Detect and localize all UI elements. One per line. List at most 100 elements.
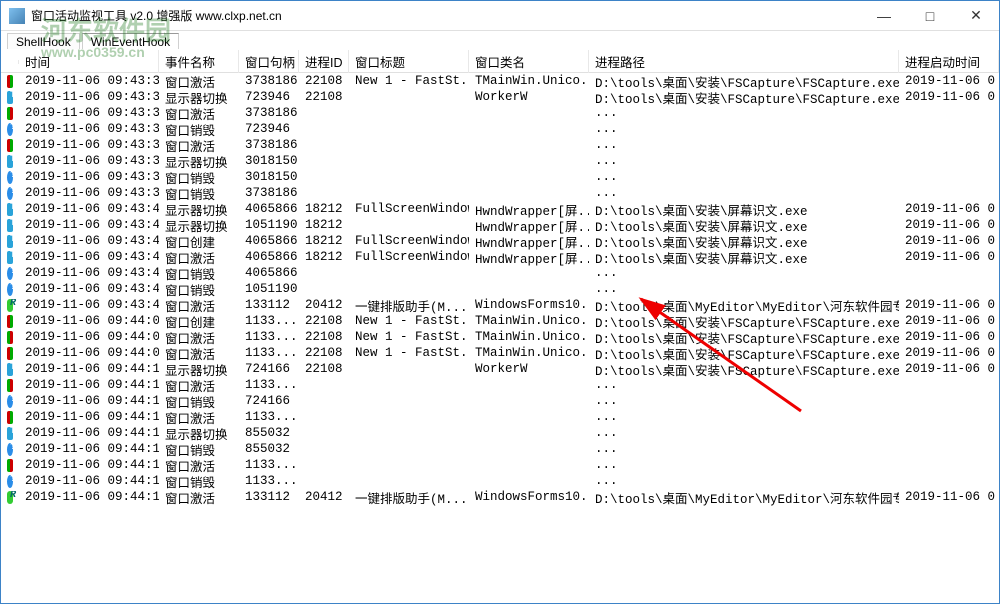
maximize-button[interactable]: □: [907, 1, 953, 31]
cell-time: 2019-11-06 09:43:40: [19, 218, 159, 232]
table-row[interactable]: 2019-11-06 09:43:47窗口销毁4065866...: [1, 265, 999, 281]
row-icon: [1, 459, 19, 472]
cell-path: D:\tools\桌面\安装\屏幕识文.exe: [589, 248, 899, 267]
cell-pid: 22108: [299, 314, 349, 328]
cell-time: 2019-11-06 09:43:38: [19, 170, 159, 184]
tab-wineventhook[interactable]: WinEventHook: [82, 33, 179, 49]
col-path[interactable]: 进程路径: [589, 50, 899, 73]
cell-hwnd: 3018150: [239, 170, 299, 184]
cell-time: 2019-11-06 09:44:12: [19, 362, 159, 376]
app-icon: [9, 8, 25, 24]
cell-title: 一键排版助手(M...: [349, 296, 469, 315]
table-row[interactable]: 2019-11-06 09:44:14窗口激活1133......: [1, 409, 999, 425]
cell-time: 2019-11-06 09:44:14: [19, 458, 159, 472]
cell-pid: 18212: [299, 202, 349, 216]
cell-time: 2019-11-06 09:43:40: [19, 234, 159, 248]
col-ptime[interactable]: 进程启动时间: [899, 50, 999, 73]
table-row[interactable]: 2019-11-06 09:43:40窗口激活406586618212FullS…: [1, 249, 999, 265]
cell-path: D:\tools\桌面\MyEditor\MyEditor\河东软件园专...: [589, 488, 899, 507]
table-row[interactable]: 2019-11-06 09:43:38窗口激活3738186...: [1, 105, 999, 121]
minimize-button[interactable]: —: [861, 1, 907, 31]
close-button[interactable]: ✕: [953, 1, 999, 31]
table-row[interactable]: 2019-11-06 09:44:14窗口销毁724166...: [1, 393, 999, 409]
cell-time: 2019-11-06 09:44:14: [19, 394, 159, 408]
cell-path: ...: [589, 426, 899, 440]
cell-title: New 1 - FastSt...: [349, 346, 469, 360]
cell-hwnd: 1133...: [239, 410, 299, 424]
cell-time: 2019-11-06 09:43:38: [19, 138, 159, 152]
cell-class: WorkerW: [469, 90, 589, 104]
cell-path: ...: [589, 106, 899, 120]
cell-hwnd: 3738186: [239, 74, 299, 88]
cell-path: ...: [589, 394, 899, 408]
row-icon: [1, 155, 19, 168]
row-icon: [1, 171, 19, 184]
cell-path: ...: [589, 266, 899, 280]
row-icon: [1, 347, 19, 360]
cell-title: FullScreenWindow: [349, 234, 469, 248]
col-event[interactable]: 事件名称: [159, 50, 239, 73]
row-icon: [1, 91, 19, 104]
row-icon: [1, 379, 19, 392]
row-icon: [1, 187, 19, 200]
cell-ptime: 2019-11-06 0: [899, 330, 999, 344]
cell-title: New 1 - FastSt...: [349, 330, 469, 344]
cell-time: 2019-11-06 09:44:08: [19, 330, 159, 344]
cell-hwnd: 1133...: [239, 378, 299, 392]
table-row[interactable]: 2019-11-06 09:44:15窗口激活13311220412一键排版助手…: [1, 489, 999, 505]
cell-ptime: 2019-11-06 0: [899, 202, 999, 216]
cell-time: 2019-11-06 09:43:37: [19, 74, 159, 88]
cell-path: D:\tools\桌面\安装\FSCapture\FSCapture.exe: [589, 88, 899, 107]
cell-ptime: 2019-11-06 0: [899, 218, 999, 232]
table-body[interactable]: 2019-11-06 09:43:37窗口激活373818622108New 1…: [1, 73, 999, 599]
table-row[interactable]: 2019-11-06 09:44:14显示器切换855032...: [1, 425, 999, 441]
cell-hwnd: 855032: [239, 426, 299, 440]
cell-time: 2019-11-06 09:43:40: [19, 250, 159, 264]
cell-class: TMainWin.Unico...: [469, 330, 589, 344]
cell-time: 2019-11-06 09:43:37: [19, 90, 159, 104]
table-row[interactable]: 2019-11-06 09:44:12显示器切换72416622108Worke…: [1, 361, 999, 377]
table-row[interactable]: 2019-11-06 09:44:14窗口激活1133......: [1, 457, 999, 473]
row-icon: [1, 331, 19, 344]
cell-path: ...: [589, 122, 899, 136]
cell-hwnd: 723946: [239, 122, 299, 136]
tab-shellhook[interactable]: ShellHook: [7, 33, 80, 49]
cell-time: 2019-11-06 09:43:40: [19, 202, 159, 216]
table-row[interactable]: 2019-11-06 09:44:13窗口激活1133......: [1, 377, 999, 393]
window-title: 窗口活动监视工具 v2.0 增强版 www.clxp.net.cn: [31, 7, 861, 24]
table-row[interactable]: 2019-11-06 09:43:37显示器切换72394622108Worke…: [1, 89, 999, 105]
titlebar[interactable]: 窗口活动监视工具 v2.0 增强版 www.clxp.net.cn — □ ✕: [1, 1, 999, 31]
row-icon: [1, 491, 19, 504]
col-class[interactable]: 窗口类名: [469, 50, 589, 73]
cell-ptime: 2019-11-06 0: [899, 74, 999, 88]
cell-hwnd: 133112: [239, 298, 299, 312]
cell-ptime: 2019-11-06 0: [899, 362, 999, 376]
cell-class: WindowsForms10...: [469, 490, 589, 504]
cell-path: ...: [589, 378, 899, 392]
table-row[interactable]: 2019-11-06 09:43:38显示器切换3018150...: [1, 153, 999, 169]
row-icon: [1, 395, 19, 408]
table-row[interactable]: 2019-11-06 09:43:38窗口激活3738186...: [1, 137, 999, 153]
col-hwnd[interactable]: 窗口句柄: [239, 50, 299, 73]
col-icon[interactable]: [1, 60, 19, 64]
cell-time: 2019-11-06 09:43:38: [19, 186, 159, 200]
row-icon: [1, 203, 19, 216]
row-icon: [1, 219, 19, 232]
cell-path: ...: [589, 442, 899, 456]
cell-pid: 18212: [299, 218, 349, 232]
col-time[interactable]: 时间: [19, 50, 159, 73]
cell-hwnd: 3738186: [239, 186, 299, 200]
col-pid[interactable]: 进程ID: [299, 50, 349, 73]
tab-strip: ShellHook WinEventHook: [1, 31, 999, 51]
cell-path: D:\tools\桌面\安装\FSCapture\FSCapture.exe: [589, 360, 899, 379]
cell-path: ...: [589, 170, 899, 184]
cell-path: ...: [589, 410, 899, 424]
row-icon: [1, 299, 19, 312]
table-row[interactable]: 2019-11-06 09:43:38窗口销毁3018150...: [1, 169, 999, 185]
cell-time: 2019-11-06 09:43:48: [19, 282, 159, 296]
table-row[interactable]: 2019-11-06 09:43:38窗口销毁723946...: [1, 121, 999, 137]
row-icon: [1, 123, 19, 136]
col-title[interactable]: 窗口标题: [349, 50, 469, 73]
table-row[interactable]: 2019-11-06 09:44:14窗口销毁855032...: [1, 441, 999, 457]
cell-title: New 1 - FastSt...: [349, 314, 469, 328]
